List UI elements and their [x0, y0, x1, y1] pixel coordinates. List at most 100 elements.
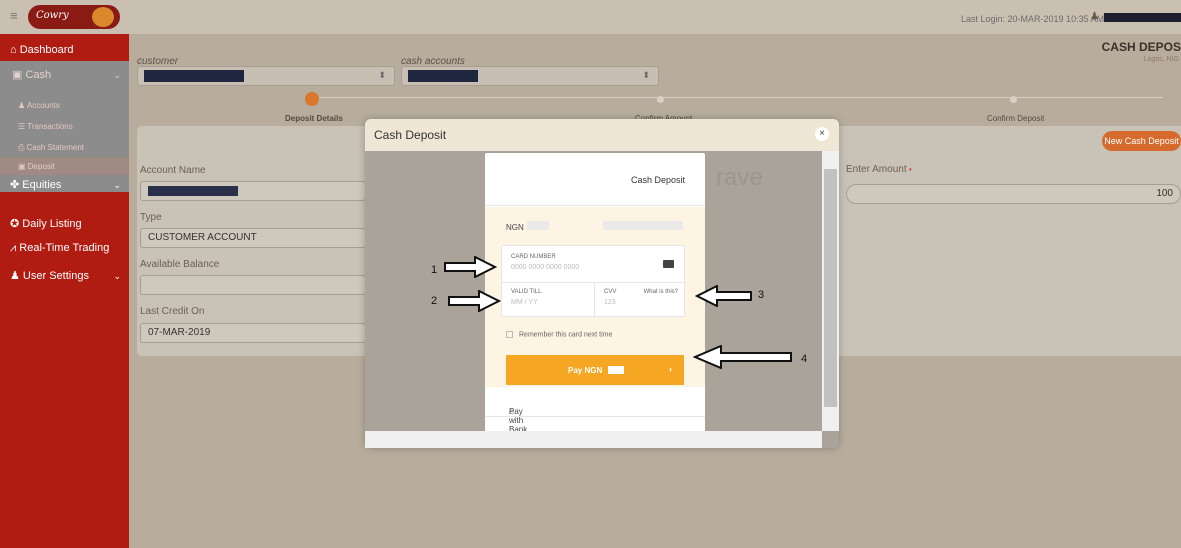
chevron-down-icon: ⌄ [113, 180, 121, 190]
sidebar-item-label: User Settings [22, 270, 89, 282]
sidebar-item-label: Equities [22, 179, 62, 191]
print-icon: ⎙ [18, 143, 27, 152]
step-dot [657, 96, 664, 103]
logo-mark-icon [92, 7, 114, 27]
vertical-scrollbar[interactable] [822, 151, 839, 431]
select-caret-icon: ⬍ [378, 70, 386, 80]
account-redacted [408, 70, 478, 82]
divider [594, 282, 595, 318]
sidebar-item-label: Accounts [26, 101, 60, 110]
list-icon: ☰ [18, 122, 28, 131]
step-dot [1010, 96, 1017, 103]
enter-amount-text: Enter Amount [846, 164, 907, 175]
chevron-down-icon: ⌄ [113, 271, 121, 281]
last-login: Last Login: 20-MAR-2019 10:35 AM [961, 14, 1105, 24]
sidebar-item-transactions[interactable]: ☰ Transactions [18, 122, 73, 131]
rave-payment-card: Cash Deposit NGN CARD NUMBER 0000 0000 0… [485, 153, 705, 432]
step-dot-active [305, 92, 319, 106]
pay-with-bank-option[interactable]: ⌂ Pay with Bank [485, 387, 705, 432]
available-balance-label: Available Balance [140, 259, 220, 270]
scrollbar-thumb[interactable] [824, 169, 837, 407]
sidebar-item-label: Daily Listing [22, 218, 82, 230]
customer-redacted [144, 70, 244, 82]
sidebar-item-label: Dashboard [19, 44, 74, 56]
valid-till-input[interactable]: MM / YY [511, 299, 538, 306]
type-label: Type [140, 212, 162, 223]
sidebar: ⌂ Dashboard ▣ Cash ⌄ ♟ Accounts ☰ Transa… [0, 34, 129, 548]
rave-header-title: Cash Deposit [630, 175, 685, 185]
email-redacted [603, 221, 683, 230]
cvv-input[interactable]: 123 [604, 299, 616, 306]
deposit-icon: ▣ [18, 162, 28, 171]
what-is-this-link[interactable]: What is this? [644, 289, 678, 295]
sidebar-item-deposit[interactable]: ▣ Deposit [18, 162, 55, 171]
card-details-box: CARD NUMBER 0000 0000 0000 0000 VALID TI… [501, 245, 686, 318]
sidebar-item-equities[interactable]: ✤ Equities [10, 178, 61, 191]
top-bar: ≡ Cowry Last Login: 20-MAR-2019 10:35 AM… [0, 0, 1181, 34]
card-payment-section: NGN CARD NUMBER 0000 0000 0000 0000 VALI… [485, 207, 705, 387]
page-subtitle: Lagos, NIG [1143, 56, 1179, 63]
sidebar-item-cash[interactable]: ▣ Cash [12, 68, 51, 81]
cash-deposit-modal: Cash Deposit × rave × Cash Deposit NGN C… [365, 119, 839, 448]
logo-text: Cowry [36, 10, 69, 21]
cash-accounts-select[interactable]: ⬍ [401, 66, 659, 86]
logo[interactable]: Cowry [28, 5, 120, 29]
close-icon[interactable]: × [815, 127, 829, 141]
sidebar-item-cash-statement[interactable]: ⎙ Cash Statement [18, 143, 84, 153]
horizontal-scrollbar[interactable] [365, 431, 822, 448]
card-number-label: CARD NUMBER [511, 254, 556, 260]
account-name-redacted [148, 186, 238, 196]
step-label-deposit-details: Deposit Details [285, 114, 343, 123]
checkbox-icon[interactable] [506, 331, 513, 338]
user-icon[interactable]: ♟ [1090, 12, 1099, 22]
card-icon [663, 260, 674, 268]
chevron-down-icon: ⌄ [113, 70, 121, 80]
home-icon: ⌂ [10, 44, 20, 56]
remember-card-checkbox[interactable]: Remember this card next time [506, 331, 612, 338]
annotation-arrow-icon [444, 256, 497, 278]
user-name-redacted[interactable] [1104, 13, 1181, 22]
amount-input[interactable]: 100 [846, 184, 1181, 204]
pay-button-label: Pay NGN [568, 366, 603, 375]
valid-till-label: VALID TILL [511, 289, 542, 295]
annotation-number: 2 [431, 295, 438, 307]
sidebar-item-user-settings[interactable]: ♟ User Settings [10, 269, 89, 282]
user-icon: ♟ [10, 270, 23, 282]
new-cash-deposit-button[interactable]: New Cash Deposit [1102, 131, 1181, 151]
remember-card-label: Remember this card next time [519, 331, 613, 339]
rave-header: Cash Deposit [485, 153, 705, 206]
annotation-number: 3 [758, 289, 765, 301]
sidebar-item-label: Deposit [27, 162, 55, 171]
available-balance-field [140, 275, 366, 295]
equities-icon: ✤ [10, 179, 23, 191]
steps-progress-line [312, 97, 1163, 98]
sidebar-item-label: Cash Statement [26, 143, 84, 152]
card-number-input[interactable]: 0000 0000 0000 0000 [511, 264, 579, 271]
sidebar-item-label: Cash [25, 69, 52, 81]
sidebar-item-daily-listing[interactable]: ✪ Daily Listing [10, 217, 82, 230]
sidebar-item-label: Real-Time Trading [19, 242, 110, 254]
account-name-field [140, 181, 366, 201]
type-field: CUSTOMER ACCOUNT [140, 228, 366, 248]
sidebar-item-dashboard[interactable]: ⌂ Dashboard [0, 39, 129, 61]
annotation-arrow-icon [695, 285, 752, 307]
enter-amount-label: Enter Amount • [846, 164, 912, 175]
sidebar-item-label: Transactions [27, 122, 73, 131]
last-credit-field: 07-MAR-2019 [140, 323, 366, 343]
cvv-label: CVV [604, 289, 617, 295]
account-name-label: Account Name [140, 165, 206, 176]
step-label-confirm-deposit: Confirm Deposit [987, 114, 1045, 123]
sidebar-item-accounts[interactable]: ♟ Accounts [18, 101, 60, 110]
customer-select[interactable]: ⬍ [137, 66, 395, 86]
pay-button[interactable]: Pay NGN › [506, 355, 684, 385]
sidebar-item-real-time-trading[interactable]: ⩘ Real-Time Trading [10, 242, 109, 255]
pay-with-bank-label: Pay with Bank [509, 407, 528, 432]
annotation-number: 4 [801, 353, 808, 365]
sidebar-cash-group: ▣ Cash ⌄ ♟ Accounts ☰ Transactions ⎙ Cas… [0, 61, 129, 192]
amount-redacted [527, 221, 549, 230]
last-credit-label: Last Credit On [140, 306, 205, 317]
chevron-right-icon: › [669, 364, 672, 374]
page-title: CASH DEPOS [1101, 40, 1181, 54]
rave-logo: rave [716, 164, 763, 191]
menu-icon[interactable]: ≡ [10, 9, 22, 22]
